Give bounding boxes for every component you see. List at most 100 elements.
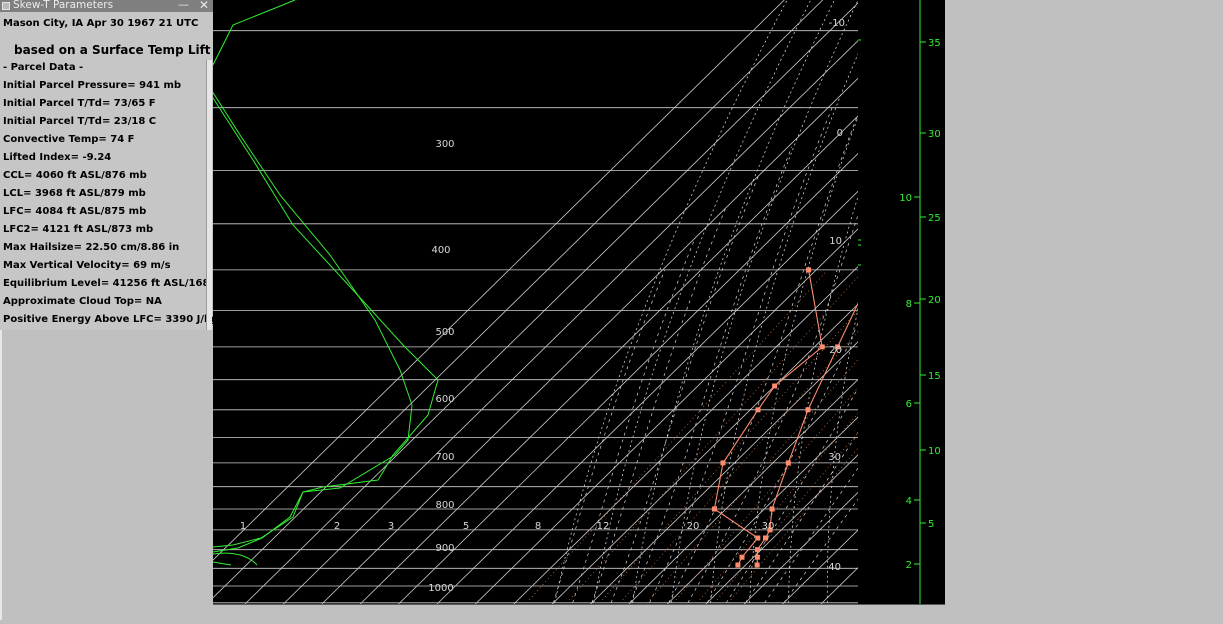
scale-label-feet: 5 [928,519,934,530]
param-max-hailsize: Max Hailsize= 22.50 cm/8.86 in [3,242,180,253]
isobar-label: 300 [435,139,454,150]
sounding-point [755,407,761,413]
isotherm-line [321,0,939,605]
sounding-point [819,344,825,350]
isotherm-line [475,0,1092,605]
scale-label-feet: 35 [928,38,941,49]
sounding-point [754,547,760,553]
isotherm-line [743,134,1223,605]
scale-label-feet: 15 [928,371,941,382]
isobar-label: 500 [435,327,454,338]
isotherm-label: 10 [829,236,842,247]
param-initial-tc: Initial Parcel T/Td= 23/18 C [3,116,157,127]
param-initial-pressure: Initial Parcel Pressure= 941 mb [3,80,182,91]
sounding-point [785,460,791,466]
mixing-ratio-label: 2 [334,521,340,532]
param-max-vertical-velocity: Max Vertical Velocity= 69 m/s [3,260,171,271]
sounding-point [711,506,717,512]
close-button[interactable]: ✕ [197,0,211,12]
window-edge [0,330,2,620]
param-lifted-index: Lifted Index= -9.24 [3,152,112,163]
mixing-ratio-line [696,269,982,604]
section-header: - Parcel Data - [3,62,84,73]
sounding-point [769,506,775,512]
isotherm-line [436,0,1054,605]
sounding-point [805,407,811,413]
sounding-trace-temperature [756,30,1004,566]
moist-adiabat [725,30,1016,603]
mixing-ratio-line [646,269,937,604]
height-scale: 35 30 25 20 15 10 5 10 8 6 4 2 [858,0,941,604]
param-lcl: LCL= 3968 ft ASL/879 mb [3,188,146,199]
param-ccl: CCL= 4060 ft ASL/876 mb [3,170,147,181]
sounding-point [720,460,726,466]
scale-label-km: 2 [906,560,912,571]
scale-label-feet: 30 [928,129,941,140]
isobar-label: 400 [431,245,450,256]
height-scale-panel: 35 30 25 20 15 10 5 10 8 6 4 2 [858,0,945,604]
param-convective-temp: Convective Temp= 74 F [3,134,135,145]
title-bar[interactable]: Skew-T Parameters — ✕ [0,0,213,12]
isobar-label: 600 [435,394,454,405]
moist-adiabat [764,30,1138,604]
sounding-point [806,267,812,273]
isotherm-label: 30 [828,452,841,463]
sounding-point [754,562,760,568]
green-curve-inner [212,97,439,548]
isobar-label: 900 [435,543,454,554]
lift-method: based on a Surface Temp Lift [14,43,211,57]
isotherm-line [782,171,1223,605]
skew-t-plot[interactable]: 300 400 500 600 700 800 900 1000 -10 0 10 20 30 40 1 2 3… [167,0,1223,605]
moist-adiabat [649,107,833,603]
isobar-label: 700 [435,452,454,463]
sounding-point [755,535,761,541]
isotherm-label: -10 [829,18,845,29]
mixing-ratio-label: 30 [762,521,775,532]
scale-label-km: 4 [906,496,912,507]
sounding-point [739,554,745,560]
minimize-button[interactable]: — [177,0,190,12]
isotherm-label: 40 [828,562,841,573]
scale-label-km: 6 [906,399,912,410]
isotherm-line [398,0,1015,605]
mixing-ratio-label: 12 [597,521,610,532]
sounding-point [735,562,741,568]
mixing-ratio-label: 3 [388,521,394,532]
param-cloud-top: Approximate Cloud Top= NA [3,296,162,307]
scale-label-feet: 20 [928,295,941,306]
isotherm-label: 0 [837,128,843,139]
mixing-ratio-line [566,269,865,604]
scale-label-feet: 25 [928,213,941,224]
sounding-point [772,383,778,389]
isotherm-line [206,0,823,605]
window-menu-icon[interactable] [2,2,10,10]
moist-adiabat [591,208,726,603]
param-lfc2: LFC2= 4121 ft ASL/873 mb [3,224,154,235]
scale-label-feet: 10 [928,446,941,457]
skew-t-diagram: 3004005006007008009001000-100102030401 2 3… [167,0,1223,605]
isotherm-line [667,58,1223,605]
sounding-point [763,535,768,541]
dry-adiabat [749,0,906,603]
mixing-ratio-label: 5 [463,521,469,532]
param-positive-energy: Positive Energy Above LFC= 3390 J/kg [3,314,218,325]
isotherm-line [590,0,1207,605]
vertical-scrollbar[interactable] [206,60,212,330]
moist-adiabat [572,238,696,603]
green-curve-small [212,561,232,566]
mixing-ratio-label: 8 [535,521,541,532]
isotherm-line [513,0,1131,605]
isotherm-line [820,209,1223,605]
param-lfc: LFC= 4084 ft ASL/875 mb [3,206,147,217]
isotherm-line [551,0,1169,605]
sounding-point [754,554,760,560]
mixing-ratio-line [599,269,895,604]
moist-adiabat [610,176,759,603]
isotherm-line [705,96,1223,605]
mixing-ratio-label: 20 [687,521,700,532]
station-header: Mason City, IA Apr 30 1967 21 UTC [3,18,199,29]
isobar-label: 1000 [428,583,453,594]
isotherm-label: 20 [829,345,842,356]
param-initial-tf: Initial Parcel T/Td= 73/65 F [3,98,156,109]
param-equilibrium-level: Equilibrium Level= 41256 ft ASL/168 mb [3,278,231,289]
